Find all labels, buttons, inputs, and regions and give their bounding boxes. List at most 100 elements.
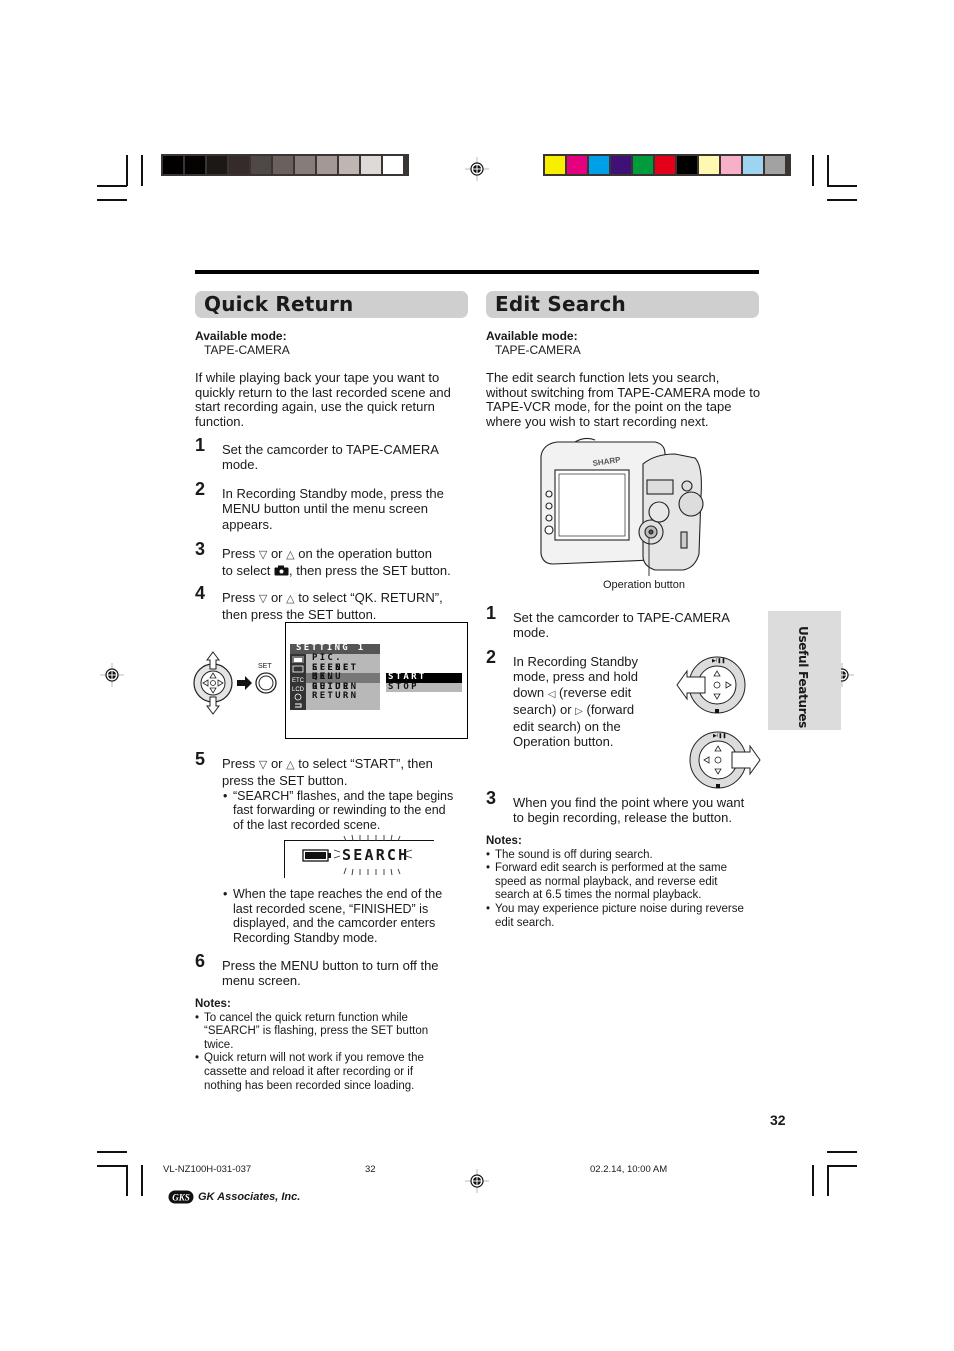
step-text: Press <box>222 590 256 605</box>
available-mode-label: Available mode: <box>195 329 287 343</box>
intro-paragraph: The edit search function lets you search… <box>486 370 761 429</box>
step-number: 3 <box>195 539 206 559</box>
crop-mark <box>97 1165 127 1167</box>
notes-label: Notes: <box>486 835 522 847</box>
step-text-line: menu screen. <box>222 973 301 989</box>
step-text: or <box>270 756 283 771</box>
step-text-line: mode. <box>513 625 550 641</box>
operation-button-illustration <box>193 651 277 715</box>
step-text-line: appears. <box>222 516 273 532</box>
top-rule <box>195 270 759 274</box>
etc-icon: ETC <box>292 678 305 684</box>
note-line: twice. <box>204 1038 234 1051</box>
camera-icon <box>294 658 302 662</box>
step-text: or <box>270 546 283 561</box>
step-number: 4 <box>195 583 206 603</box>
right-triangle-icon: ▷ <box>575 705 583 717</box>
step-text: , then press the SET button. <box>289 563 451 579</box>
grayscale-bar <box>161 154 409 176</box>
step-text: on the operation button <box>298 546 432 561</box>
submenu: START STOP <box>386 672 462 693</box>
flashing-rays-icon <box>333 834 413 876</box>
step-text-line: mode. <box>222 457 259 473</box>
note-line: edit search. <box>495 916 555 929</box>
color-swatch <box>251 156 271 174</box>
step-text: or <box>270 590 283 605</box>
step-text-line: MENU button until the menu screen <box>222 501 428 517</box>
menu-item[interactable]: RETURN <box>306 692 380 702</box>
crop-mark <box>812 155 814 186</box>
bullet-line: fast forwarding or rewinding to the end <box>233 803 446 818</box>
bullet-line: displayed, and the camcorder enters <box>233 916 436 931</box>
submenu-item[interactable]: STOP <box>386 682 462 693</box>
step-text: (forward <box>586 701 635 717</box>
available-mode: Available mode: TAPE-CAMERA <box>486 329 581 357</box>
crop-mark <box>97 185 127 187</box>
step-number: 3 <box>486 788 497 808</box>
note-item: To cancel the quick return function whil… <box>195 1012 467 1053</box>
note-line: cassette and reload it after recording o… <box>204 1065 414 1078</box>
step-text: search) or <box>513 701 572 717</box>
available-mode-value: TAPE-CAMERA <box>495 343 581 357</box>
note-line: speed as normal playback, and reverse ed… <box>495 875 718 888</box>
step-number: 2 <box>486 647 497 667</box>
page-number: 32 <box>770 1112 786 1128</box>
available-mode-value: TAPE-CAMERA <box>204 343 290 357</box>
color-swatch <box>317 156 337 174</box>
step-text: Press <box>222 546 256 561</box>
color-swatch <box>339 156 359 174</box>
color-swatch <box>765 156 785 174</box>
step-text-line: press the SET button. <box>222 773 348 789</box>
section-title-quick-return: Quick Return <box>195 291 468 318</box>
step-text-line: to begin recording, release the button. <box>513 810 732 826</box>
left-triangle-icon: ◁ <box>547 688 556 700</box>
down-triangle-icon: ▽ <box>258 549 268 561</box>
step-text: down <box>513 684 545 700</box>
note-line: To cancel the quick return function whil… <box>204 1011 408 1024</box>
side-tab: Useful Features <box>768 611 841 730</box>
color-swatch <box>699 156 719 174</box>
color-swatch <box>655 156 675 174</box>
menu-list: PIC. EFFECT SCENE MENU QK. RETURN GUIDE … <box>306 653 380 710</box>
crop-mark <box>827 185 857 187</box>
step-text-line: Operation button. <box>513 734 614 750</box>
color-swatch <box>185 156 205 174</box>
color-swatch <box>273 156 293 174</box>
lcd-icon: LCD <box>292 687 305 693</box>
notes-quick-return: Notes: To cancel the quick return functi… <box>195 998 467 1093</box>
bullet-line: Recording Standby mode. <box>233 930 378 945</box>
note-line: You may experience picture noise during … <box>495 902 744 915</box>
gks-logo-icon: GKS <box>168 1190 194 1204</box>
battery-icon <box>302 849 331 862</box>
step-text: to select <box>222 563 271 579</box>
footer-company: GK Associates, Inc. <box>198 1191 301 1203</box>
footer-page: 32 <box>365 1164 376 1175</box>
step-text-line: In Recording Standby <box>513 654 639 669</box>
registration-target-icon <box>100 663 124 687</box>
color-swatch <box>383 156 403 174</box>
crop-mark <box>97 1151 127 1153</box>
color-swatch <box>677 156 697 174</box>
crop-mark <box>827 199 857 201</box>
step-number: 6 <box>195 951 206 971</box>
crop-mark <box>126 1165 128 1196</box>
bullet-line: When the tape reaches the end of the <box>233 887 443 901</box>
step-number: 1 <box>195 435 206 455</box>
step-bullet: When the tape reaches the end of the las… <box>222 887 483 945</box>
step-text-line: In Recording Standby mode, press the <box>222 486 444 501</box>
set-label: SET <box>258 663 272 670</box>
right-arrow-icon <box>237 676 252 690</box>
crop-mark <box>97 199 127 201</box>
color-swatch <box>229 156 249 174</box>
step-text-line: Set the camcorder to TAPE-CAMERA <box>222 442 439 457</box>
up-triangle-icon: △ <box>286 593 295 605</box>
forward-edit-search-dial: ▶/❚❚ <box>689 731 761 789</box>
color-swatch <box>743 156 763 174</box>
note-line: Forward edit search is performed at the … <box>495 862 728 875</box>
intro-paragraph: If while playing back your tape you want… <box>195 370 451 429</box>
footer-logo: GKS GK Associates, Inc. <box>168 1190 300 1204</box>
note-line: “SEARCH” is flashing, press the SET butt… <box>204 1025 429 1038</box>
color-swatch <box>589 156 609 174</box>
step-text-line: then press the SET button. <box>222 607 377 623</box>
bullet-line: of the last recorded scene. <box>233 817 381 832</box>
